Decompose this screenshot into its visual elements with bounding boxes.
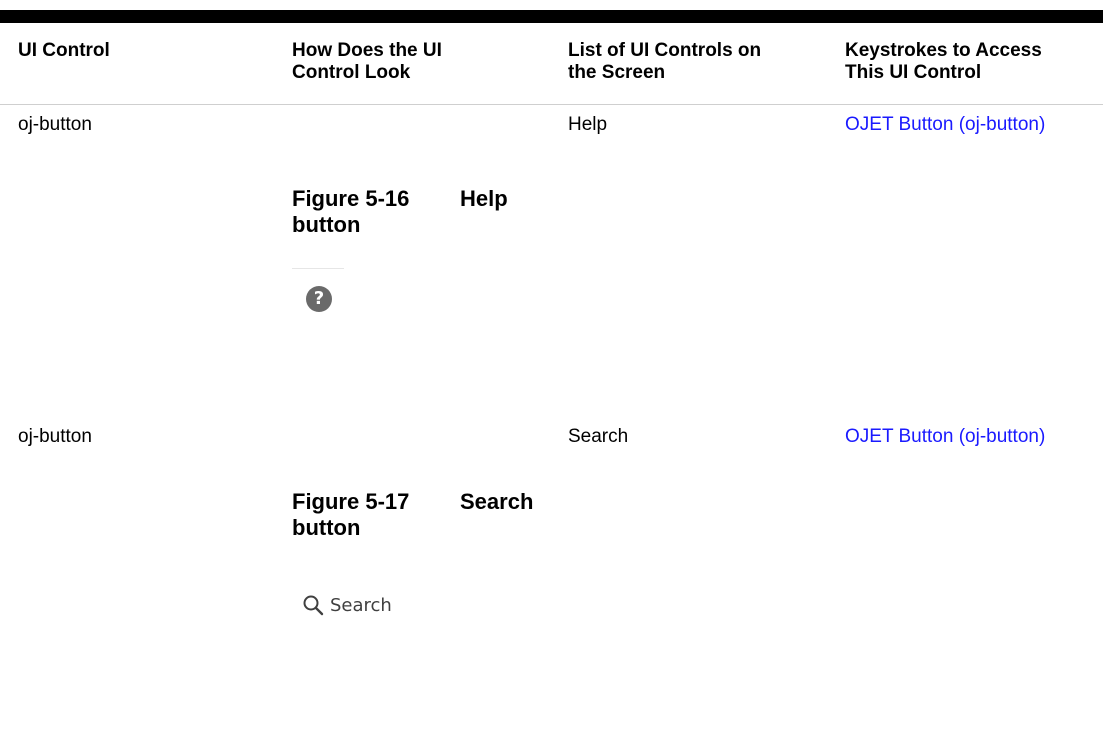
header-keystrokes-line2: This UI Control [845, 62, 982, 83]
help-icon: ? [306, 286, 332, 312]
header-list-line2: the Screen [568, 62, 666, 83]
header-control-look-line2: Control Look [292, 62, 411, 83]
figure-5-16-caption: Figure 5-16 Help button [292, 186, 562, 238]
figure-5-16-top-border [292, 268, 344, 269]
header-ui-control: UI Control [18, 40, 268, 62]
figure-5-16-title-word: Help [460, 186, 508, 211]
header-divider [0, 104, 1103, 105]
header-control-look-line1: How Does the UI [292, 40, 442, 61]
row2-list-value: Search [568, 426, 629, 447]
search-button-label: Search [330, 594, 392, 616]
header-ui-control-label: UI Control [18, 40, 110, 61]
header-control-look: How Does the UI Control Look [292, 40, 552, 84]
row2-ojet-button-link[interactable]: OJET Button (oj-button) [845, 426, 1103, 448]
header-list-line1: List of UI Controls on [568, 40, 762, 61]
header-keystrokes: Keystrokes to Access This UI Control [845, 40, 1103, 84]
figure-5-17-caption: Figure 5-17 Search button [292, 489, 562, 541]
figure-5-16-title-rest: button [292, 212, 361, 237]
figure-5-17-title-rest: button [292, 515, 361, 540]
figure-5-16-number: Figure 5-16 [292, 186, 410, 211]
search-icon [303, 595, 324, 616]
search-button-image: Search [302, 590, 392, 620]
row1-ojet-button-link[interactable]: OJET Button (oj-button) [845, 114, 1103, 136]
table-header-row: UI Control How Does the UI Control Look … [0, 40, 1103, 100]
figure-5-17-title-word: Search [460, 489, 534, 514]
document-page: UI Control How Does the UI Control Look … [0, 0, 1103, 738]
figure-5-17-number: Figure 5-17 [292, 489, 410, 514]
row2-control-name: oj-button [18, 426, 92, 447]
header-list-of-controls: List of UI Controls on the Screen [568, 40, 828, 84]
row1-control-name: oj-button [18, 114, 92, 135]
row1-list-value: Help [568, 114, 608, 135]
header-keystrokes-line1: Keystrokes to Access [845, 40, 1042, 61]
top-rule [0, 10, 1103, 23]
